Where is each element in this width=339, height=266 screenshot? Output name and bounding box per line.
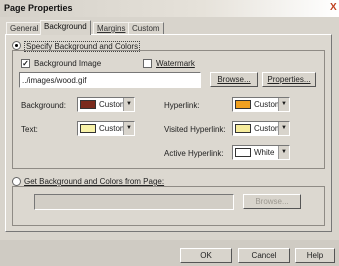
tab-custom[interactable]: Custom: [128, 22, 164, 34]
specify-radio[interactable]: [12, 41, 21, 50]
dialog-title: Page Properties: [4, 3, 73, 13]
title-bar: Page Properties X: [0, 0, 339, 17]
visited-hyperlink-color-swatch: [235, 124, 251, 133]
visited-hyperlink-color-select[interactable]: Custom ▼: [232, 121, 290, 136]
image-path-input[interactable]: ../images/wood.gif: [19, 72, 201, 88]
tab-margins-label: Margins: [97, 24, 126, 33]
chevron-down-icon[interactable]: ▼: [123, 122, 134, 135]
chevron-down-icon[interactable]: ▼: [278, 122, 289, 135]
visited-hyperlink-color-label: Visited Hyperlink:: [164, 125, 226, 134]
text-color-swatch: [80, 124, 96, 133]
chevron-down-icon[interactable]: ▼: [278, 146, 289, 159]
check-mark-icon: ✓: [22, 59, 29, 68]
dialog-footer: OK Cancel Help: [0, 240, 339, 266]
text-color-label: Text:: [21, 125, 38, 134]
background-color-select[interactable]: Custom ▼: [77, 97, 135, 112]
get-page-browse-button[interactable]: Browse...: [243, 194, 301, 209]
hyperlink-color-select[interactable]: Custom ▼: [232, 97, 290, 112]
hyperlink-color-swatch: [235, 100, 251, 109]
get-from-page-radio[interactable]: [12, 177, 21, 186]
browse-button-label: Browse...: [217, 75, 251, 84]
active-hyperlink-color-label: Active Hyperlink:: [164, 149, 224, 158]
background-image-label: Background Image: [34, 59, 102, 68]
get-from-page-label: Get Background and Colors from Page:: [24, 177, 164, 186]
page-properties-dialog: Page Properties X General Background Mar…: [0, 0, 339, 266]
background-image-checkbox[interactable]: ✓: [21, 59, 30, 68]
browse-button[interactable]: Browse...: [210, 72, 258, 87]
watermark-label: Watermark: [156, 59, 195, 68]
background-panel: Specify Background and Colors ✓ Backgrou…: [5, 34, 332, 232]
ok-button[interactable]: OK: [180, 248, 232, 263]
page-path-input[interactable]: [34, 194, 234, 210]
cancel-button[interactable]: Cancel: [238, 248, 290, 263]
text-color-select[interactable]: Custom ▼: [77, 121, 135, 136]
tab-background-label: Background: [44, 22, 87, 31]
background-color-swatch: [80, 100, 96, 109]
close-icon[interactable]: X: [330, 1, 339, 15]
watermark-checkbox[interactable]: [143, 59, 152, 68]
chevron-down-icon[interactable]: ▼: [123, 98, 134, 111]
chevron-down-icon[interactable]: ▼: [278, 98, 289, 111]
properties-button-label: Properties...: [267, 75, 311, 84]
properties-button[interactable]: Properties...: [262, 72, 316, 87]
active-hyperlink-color-swatch: [235, 148, 251, 157]
active-hyperlink-color-select[interactable]: White ▼: [232, 145, 290, 160]
hyperlink-color-label: Hyperlink:: [164, 101, 200, 110]
get-page-browse-label: Browse...: [255, 197, 289, 206]
background-color-label: Background:: [21, 101, 66, 110]
tab-background[interactable]: Background: [40, 20, 91, 35]
active-hyperlink-color-value: White: [254, 148, 275, 157]
get-from-page-label-text: Get Background and Colors from Page:: [24, 177, 165, 186]
tab-general[interactable]: General: [6, 22, 43, 34]
tab-margins[interactable]: Margins: [93, 22, 130, 34]
help-button[interactable]: Help: [295, 248, 335, 263]
image-path-value: ../images/wood.gif: [22, 76, 87, 85]
